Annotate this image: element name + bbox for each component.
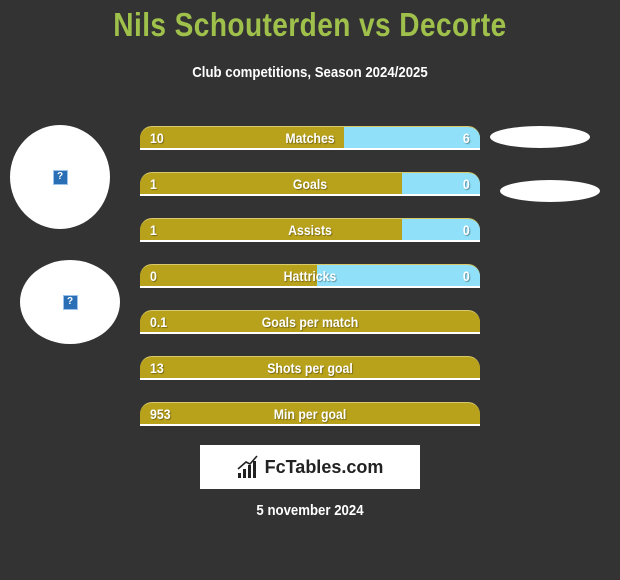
stat-row: Matches 10 6 [140, 126, 480, 150]
left-value: 1 [150, 222, 157, 238]
missing-image-icon: ? [52, 169, 68, 185]
right-value: 6 [463, 130, 470, 146]
stat-row: Goals 1 0 [140, 172, 480, 196]
page-title: Nils Schouterden vs Decorte [113, 6, 507, 43]
stat-label: Assists [288, 222, 332, 238]
fctables-logo[interactable]: FcTables.com [200, 445, 420, 489]
left-value: 10 [150, 130, 164, 146]
stat-label: Goals per match [261, 314, 359, 330]
player-right-avatar-placeholder [490, 126, 590, 148]
stat-label: Shots per goal [267, 360, 353, 376]
stat-row: Hattricks 0 0 [140, 264, 480, 288]
left-value: 0 [150, 268, 157, 284]
stat-row: Goals per match 0.1 [140, 310, 480, 334]
date-label: 5 november 2024 [256, 502, 364, 519]
stat-row: Shots per goal 13 [140, 356, 480, 380]
stat-row: Assists 1 0 [140, 218, 480, 242]
right-value: 0 [463, 176, 470, 192]
logo-text: FcTables.com [264, 456, 384, 477]
player-left-avatar: ? [10, 125, 110, 229]
team-left-logo: ? [20, 260, 120, 344]
left-value: 1 [150, 176, 157, 192]
right-value: 0 [463, 268, 470, 284]
stat-label: Min per goal [273, 406, 347, 422]
stat-label: Matches [285, 130, 335, 146]
bar-chart-icon [237, 455, 258, 478]
stat-label: Hattricks [283, 268, 337, 284]
missing-image-icon: ? [62, 294, 78, 310]
left-value: 0.1 [150, 314, 168, 330]
team-right-logo-placeholder [500, 180, 600, 202]
competition-subtitle: Club competitions, Season 2024/2025 [192, 64, 428, 81]
right-value: 0 [463, 222, 470, 238]
left-value: 13 [150, 360, 164, 376]
left-value: 953 [150, 406, 171, 422]
stat-label: Goals [292, 176, 328, 192]
stat-row: Min per goal 953 [140, 402, 480, 426]
